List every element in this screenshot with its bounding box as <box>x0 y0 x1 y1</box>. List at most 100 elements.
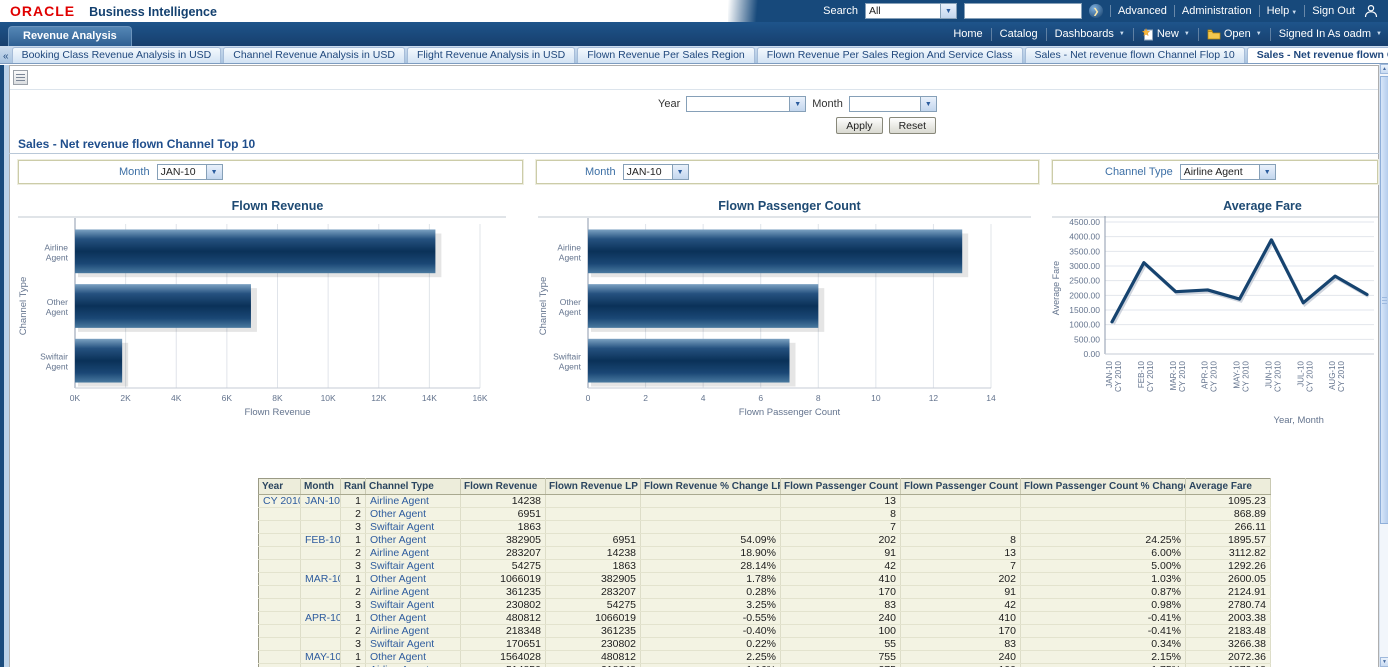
table-cell: 2072.36 <box>1186 651 1271 664</box>
month-select[interactable]: ▼ <box>849 96 937 112</box>
scroll-tabs-left-icon[interactable]: « <box>3 51 9 62</box>
channel-type-link[interactable]: Airline Agent <box>366 625 461 638</box>
table-cell: APR-10 <box>301 612 341 625</box>
column-header[interactable]: Flown Revenue % Change LP <box>641 479 781 495</box>
channel-type-link[interactable]: Airline Agent <box>366 495 461 508</box>
channel-type-link[interactable]: Airline Agent <box>366 586 461 599</box>
tab-revenue-analysis[interactable]: Revenue Analysis <box>8 26 132 46</box>
top-header-bar: ORACLE Business Intelligence Search All … <box>0 0 1388 22</box>
table-cell: 1 <box>341 534 366 547</box>
subtab-6[interactable]: Sales - Net revenue flown Channel Flop 1… <box>1025 47 1245 63</box>
channel-type-link[interactable]: Other Agent <box>366 508 461 521</box>
svg-text:16K: 16K <box>472 393 487 403</box>
column-header[interactable]: Channel Type <box>366 479 461 495</box>
sign-out-link[interactable]: Sign Out <box>1312 5 1355 17</box>
table-cell: 480812 <box>546 651 641 664</box>
svg-text:Airline: Airline <box>44 242 68 252</box>
open-menu[interactable]: Open▼ <box>1207 28 1262 40</box>
scrollbar-thumb[interactable] <box>1380 76 1388 524</box>
table-cell: 83 <box>901 638 1021 651</box>
divider <box>1133 28 1134 41</box>
subtab-5[interactable]: Flown Revenue Per Sales Region And Servi… <box>757 47 1023 63</box>
column-header[interactable]: Flown Revenue <box>461 479 546 495</box>
channel-type-link[interactable]: Airline Agent <box>366 547 461 560</box>
subtab-1[interactable]: Booking Class Revenue Analysis in USD <box>12 47 222 63</box>
column-header[interactable]: Year <box>259 479 301 495</box>
svg-text:Flown Revenue: Flown Revenue <box>232 199 324 213</box>
channel-type-link[interactable]: Other Agent <box>366 573 461 586</box>
column-header[interactable]: Average Fare <box>1186 479 1271 495</box>
table-cell: 1.78% <box>641 573 781 586</box>
column-header[interactable]: Month <box>301 479 341 495</box>
new-menu[interactable]: New▼ <box>1142 28 1190 41</box>
search-go-icon[interactable]: ❯ <box>1089 4 1103 18</box>
table-cell <box>901 521 1021 534</box>
column-header[interactable]: Rank <box>341 479 366 495</box>
apply-button[interactable]: Apply <box>836 117 882 134</box>
svg-text:12K: 12K <box>371 393 386 403</box>
subtab-3[interactable]: Flight Revenue Analysis in USD <box>407 47 575 63</box>
table-cell <box>259 625 301 638</box>
svg-text:Agent: Agent <box>46 362 69 372</box>
average-fare-line-chart: Average Fare0.00500.001000.001500.002000… <box>1048 194 1380 431</box>
subtab-2[interactable]: Channel Revenue Analysis in USD <box>223 47 405 63</box>
table-cell: 410 <box>901 612 1021 625</box>
table-cell: 3 <box>341 599 366 612</box>
catalog-link[interactable]: Catalog <box>1000 28 1038 40</box>
administration-link[interactable]: Administration <box>1182 5 1252 17</box>
channel-type-link[interactable]: Airline Agent <box>366 664 461 667</box>
channel-type-link[interactable]: Swiftair Agent <box>366 638 461 651</box>
table-cell: 0.98% <box>1021 599 1186 612</box>
svg-text:CY 2010: CY 2010 <box>1210 360 1219 392</box>
table-cell: 2 <box>341 625 366 638</box>
chevron-down-icon: ▼ <box>1259 165 1275 179</box>
scroll-down-arrow-icon[interactable]: ▼ <box>1380 657 1388 667</box>
table-cell <box>301 586 341 599</box>
channel-type-link[interactable]: Other Agent <box>366 651 461 664</box>
table-cell: 1066019 <box>461 573 546 586</box>
table-cell <box>641 508 781 521</box>
table-cell: 54275 <box>461 560 546 573</box>
table-cell: 382905 <box>461 534 546 547</box>
table-cell: 24.25% <box>1021 534 1186 547</box>
subtab-4[interactable]: Flown Revenue Per Sales Region <box>577 47 755 63</box>
column-header[interactable]: Flown Revenue LP <box>546 479 641 495</box>
table-cell: 13 <box>781 495 901 508</box>
subtab-7[interactable]: Sales - Net revenue flown Channel Top 10 <box>1247 47 1388 63</box>
year-select[interactable]: ▼ <box>686 96 806 112</box>
channel-type-link[interactable]: Swiftair Agent <box>366 599 461 612</box>
channel-type-link[interactable]: Swiftair Agent <box>366 521 461 534</box>
vertical-scrollbar[interactable]: ▲ ▼ <box>1379 64 1388 667</box>
signed-in-as-menu[interactable]: Signed In As oadm▼ <box>1279 28 1382 40</box>
page-options-icon[interactable] <box>13 70 28 85</box>
svg-text:12: 12 <box>929 393 939 403</box>
advanced-link[interactable]: Advanced <box>1118 5 1167 17</box>
channel-type-link[interactable]: Swiftair Agent <box>366 560 461 573</box>
month-filter-select-1[interactable]: JAN-10 ▼ <box>157 164 223 180</box>
home-link[interactable]: Home <box>953 28 982 40</box>
help-menu[interactable]: Help▼ <box>1267 5 1298 17</box>
svg-text:Agent: Agent <box>559 307 582 317</box>
table-cell <box>259 599 301 612</box>
channel-type-filter-select[interactable]: Airline Agent ▼ <box>1180 164 1276 180</box>
table-cell: -0.55% <box>641 612 781 625</box>
reset-button[interactable]: Reset <box>889 117 936 134</box>
table-cell: 283207 <box>546 586 641 599</box>
scroll-up-arrow-icon[interactable]: ▲ <box>1380 64 1388 74</box>
search-scope-select[interactable]: All ▼ <box>865 3 957 19</box>
svg-text:2K: 2K <box>120 393 131 403</box>
svg-text:Agent: Agent <box>46 307 69 317</box>
search-input[interactable] <box>964 3 1082 19</box>
table-cell: 2124.91 <box>1186 586 1271 599</box>
dashboard-prompts: Year ▼ Month ▼ Apply Reset <box>658 96 938 134</box>
chevron-down-icon: ▼ <box>940 4 956 18</box>
column-header[interactable]: Flown Passenger Count <box>781 479 901 495</box>
column-header[interactable]: Flown Passenger Count LP <box>901 479 1021 495</box>
svg-text:CY 2010: CY 2010 <box>1146 360 1155 392</box>
channel-type-link[interactable]: Other Agent <box>366 534 461 547</box>
channel-type-link[interactable]: Other Agent <box>366 612 461 625</box>
column-header[interactable]: Flown Passenger Count % Change LP <box>1021 479 1186 495</box>
month-filter-select-2[interactable]: JAN-10 ▼ <box>623 164 689 180</box>
table-cell: CY 2010 <box>259 495 301 508</box>
dashboards-menu[interactable]: Dashboards▼ <box>1055 28 1125 40</box>
